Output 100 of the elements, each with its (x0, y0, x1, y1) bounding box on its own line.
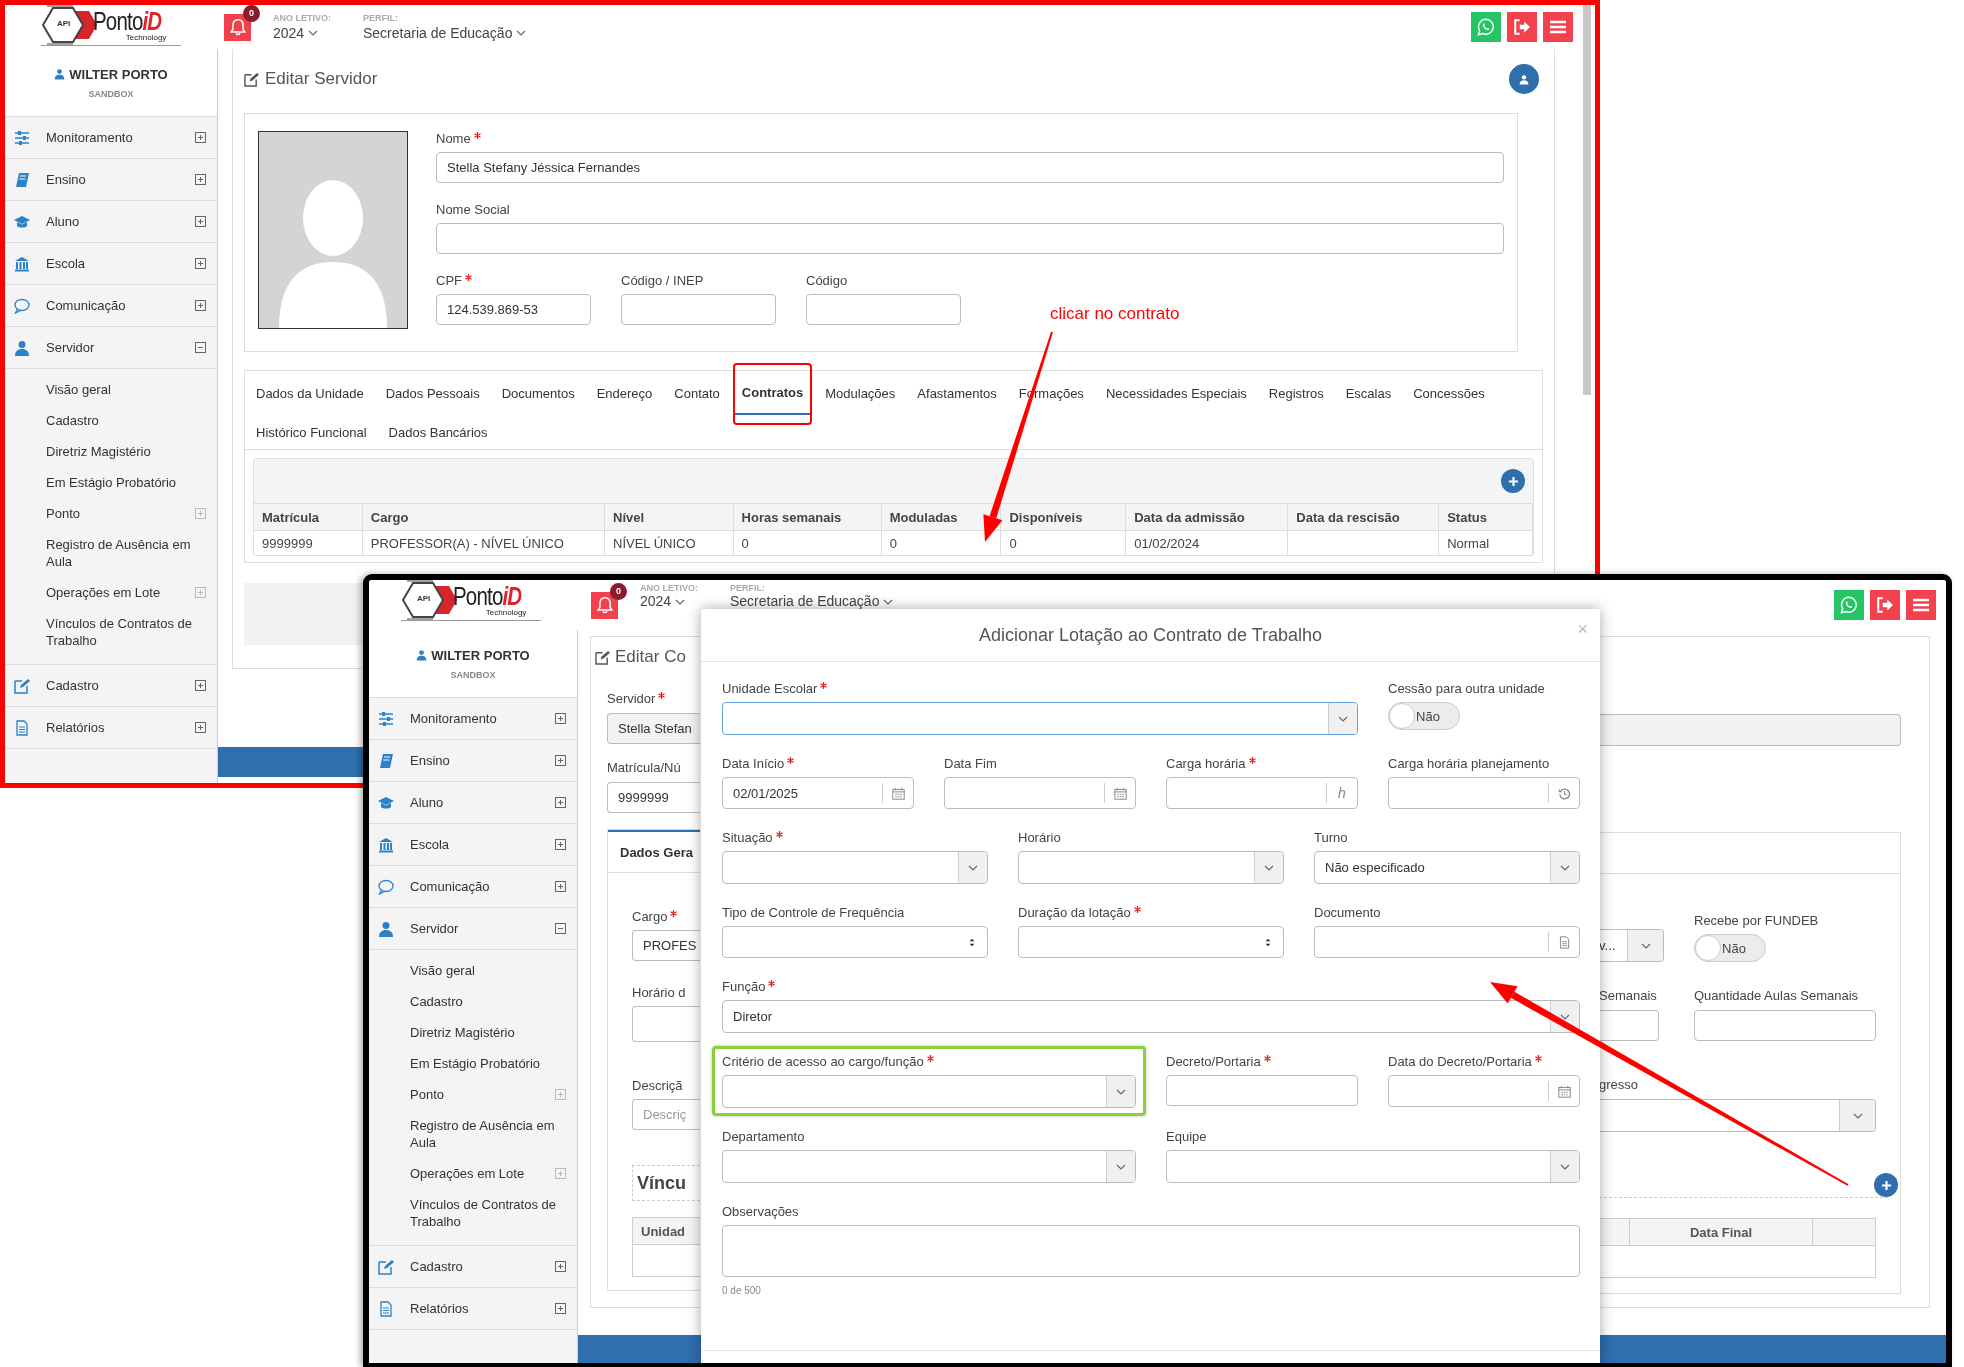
sidebar-item[interactable]: Escola (5, 243, 217, 285)
select-field[interactable] (722, 851, 988, 884)
select-field[interactable] (722, 1150, 1136, 1183)
chat-button[interactable] (1834, 590, 1864, 620)
expand-icon[interactable] (195, 174, 206, 185)
profile-dropdown[interactable]: Secretaria de Educação (363, 25, 527, 41)
input-field[interactable]: PROFES (632, 930, 700, 961)
expand-icon[interactable] (555, 1261, 566, 1272)
submenu-item[interactable]: Vínculos de Contratos de Trabalho (5, 608, 217, 656)
collapse-icon[interactable] (555, 923, 566, 934)
expand-icon[interactable] (555, 797, 566, 808)
sidebar-item[interactable]: Monitoramento (5, 117, 217, 159)
expand-icon[interactable] (195, 258, 206, 269)
submenu-item[interactable]: Cadastro (369, 986, 577, 1017)
sidebar-item[interactable]: Relatórios (369, 1288, 577, 1330)
sidebar-item[interactable]: Relatórios (5, 707, 217, 749)
add-button[interactable] (1874, 1173, 1898, 1197)
submenu-item[interactable]: Ponto (5, 498, 217, 529)
sidebar-item[interactable]: Escola (369, 824, 577, 866)
sidebar-item[interactable]: Cadastro (5, 665, 217, 707)
tab[interactable]: Contato (663, 371, 731, 415)
submenu-item[interactable]: Em Estágio Probatório (369, 1048, 577, 1079)
select-field[interactable]: Não especificado (1314, 851, 1580, 884)
tab[interactable]: Dados Bancários (377, 415, 499, 449)
expand-icon[interactable] (195, 132, 206, 143)
toggle-switch[interactable]: Não (1388, 702, 1460, 730)
sidebar-item[interactable]: Servidor (369, 908, 577, 950)
tab[interactable]: Histórico Funcional (245, 415, 378, 449)
submenu-item[interactable]: Visão geral (369, 955, 577, 986)
expand-icon[interactable] (195, 216, 206, 227)
tab[interactable]: Necessidades Especiais (1094, 371, 1258, 415)
menu-button[interactable] (1906, 590, 1936, 620)
expand-icon[interactable] (555, 839, 566, 850)
logout-button[interactable] (1507, 12, 1537, 42)
submenu-item[interactable]: Registro de Ausência em Aula (5, 529, 217, 577)
tab[interactable]: Escalas (1334, 371, 1403, 415)
input-field[interactable] (1314, 926, 1580, 958)
select-field[interactable] (1018, 851, 1284, 884)
sidebar-item[interactable]: Ensino (369, 740, 577, 782)
toggle-switch[interactable]: Não (1694, 934, 1766, 962)
sidebar-item[interactable]: Aluno (369, 782, 577, 824)
expand-icon[interactable] (555, 881, 566, 892)
input-field[interactable] (1166, 1075, 1358, 1106)
sidebar-item[interactable]: Ensino (5, 159, 217, 201)
submenu-item[interactable]: Vínculos de Contratos de Trabalho (369, 1189, 577, 1237)
sidebar-item[interactable]: Cadastro (369, 1246, 577, 1288)
submenu-item[interactable]: Diretriz Magistério (5, 436, 217, 467)
year-dropdown[interactable]: 2024 (273, 25, 331, 41)
expand-icon[interactable] (195, 722, 206, 733)
sidebar-item[interactable]: Servidor (5, 327, 217, 369)
notification-button[interactable] (591, 591, 618, 619)
submenu-item[interactable]: Registro de Ausência em Aula (369, 1110, 577, 1158)
collapse-icon[interactable] (195, 342, 206, 353)
sidebar-item[interactable]: Aluno (5, 201, 217, 243)
tab[interactable]: Modulações (814, 371, 907, 415)
tab[interactable]: Dados da Unidade (245, 371, 375, 415)
expand-icon[interactable] (555, 755, 566, 766)
profile-button[interactable] (1509, 64, 1539, 94)
input-field[interactable] (722, 926, 988, 958)
chat-button[interactable] (1471, 12, 1501, 42)
input-field[interactable] (621, 294, 776, 325)
input-field[interactable] (1599, 1010, 1659, 1041)
expand-icon[interactable] (555, 713, 566, 724)
select-field[interactable] (722, 702, 1358, 735)
date-field[interactable] (1388, 1075, 1580, 1107)
input-field[interactable] (632, 1006, 700, 1042)
input-field[interactable]: 124.539.869-53 (436, 294, 591, 325)
date-field[interactable] (944, 777, 1136, 809)
input-field[interactable]: h (1166, 777, 1358, 809)
notification-button[interactable] (224, 13, 251, 41)
input-field[interactable]: Stella Stefany Jéssica Fernandes (436, 152, 1504, 183)
submenu-item[interactable]: Em Estágio Probatório (5, 467, 217, 498)
input-field[interactable]: Stella Stefan (607, 713, 700, 744)
expand-icon[interactable] (195, 680, 206, 691)
submenu-item[interactable]: Cadastro (5, 405, 217, 436)
tab[interactable]: Registros (1257, 371, 1335, 415)
tab[interactable]: Dados Pessoais (374, 371, 491, 415)
tab[interactable]: Endereço (585, 371, 664, 415)
submenu-item[interactable]: Visão geral (5, 374, 217, 405)
select-field[interactable] (722, 1075, 1136, 1108)
date-field[interactable]: 02/01/2025 (722, 777, 914, 809)
scrollbar[interactable] (1583, 5, 1591, 395)
sidebar-item[interactable]: Comunicação (5, 285, 217, 327)
select-field[interactable] (1599, 1099, 1876, 1132)
tab[interactable]: Documentos (490, 371, 586, 415)
year-dropdown[interactable]: 2024 (640, 594, 698, 609)
input-field[interactable] (1599, 714, 1901, 746)
input-field[interactable] (806, 294, 961, 325)
input-field[interactable] (1694, 1010, 1876, 1041)
select-field[interactable] (1166, 1150, 1580, 1183)
menu-button[interactable] (1543, 12, 1573, 42)
select-field[interactable]: Diretor (722, 1000, 1580, 1033)
expand-icon[interactable] (555, 1303, 566, 1314)
expand-icon[interactable] (195, 300, 206, 311)
text-area[interactable] (722, 1225, 1580, 1277)
submenu-item[interactable]: Ponto (369, 1079, 577, 1110)
input-field[interactable] (1018, 926, 1284, 958)
add-button[interactable] (1501, 469, 1525, 493)
input-field[interactable]: 9999999 (607, 782, 700, 813)
submenu-item[interactable]: Diretriz Magistério (369, 1017, 577, 1048)
